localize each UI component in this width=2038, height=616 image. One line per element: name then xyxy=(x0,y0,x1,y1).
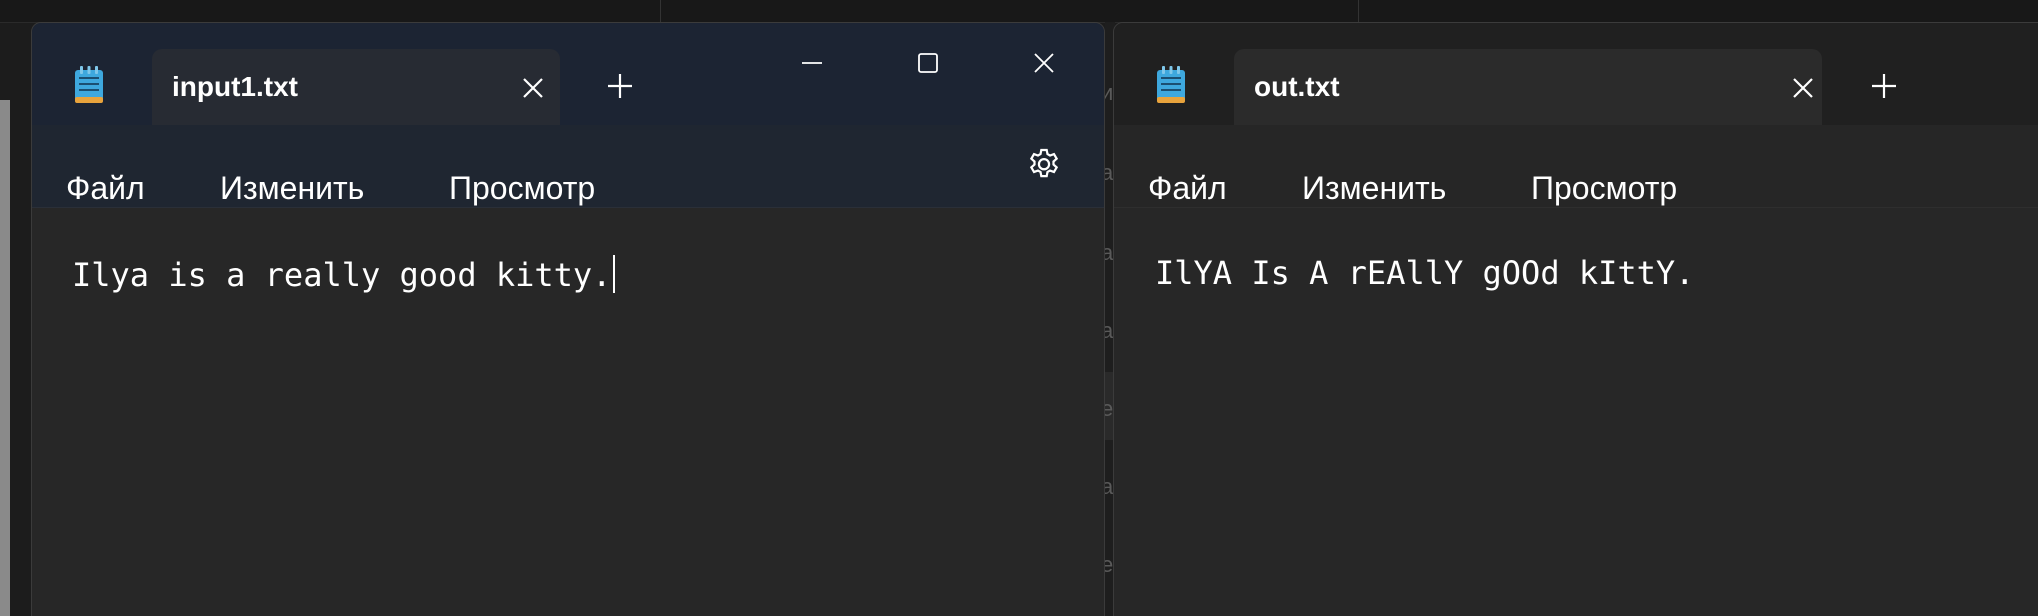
document-text[interactable]: Ilya is a really good kitty. xyxy=(72,255,616,294)
menu-view[interactable]: Просмотр xyxy=(449,170,595,207)
document-text[interactable]: IlYA Is A rEAllY gOOd kIttY. xyxy=(1155,254,1694,292)
notepad-app-icon xyxy=(74,66,104,104)
title-bar[interactable]: out.txt xyxy=(1114,23,2038,125)
notepad-app-icon xyxy=(1156,66,1186,104)
text-editor-area[interactable]: IlYA Is A rEAllY gOOd kIttY. xyxy=(1114,208,2038,616)
new-tab-button[interactable] xyxy=(1867,69,1901,103)
close-window-button[interactable] xyxy=(1014,43,1074,83)
tab-close-button[interactable] xyxy=(518,73,548,103)
tab-out[interactable]: out.txt xyxy=(1234,49,1822,125)
desktop: и a a a e a e input1.txt Файл Изменить П… xyxy=(0,0,2038,616)
plus-icon xyxy=(1872,74,1896,98)
text-caret xyxy=(613,255,616,293)
background-scrollbar xyxy=(0,100,10,616)
maximize-button[interactable] xyxy=(898,43,958,83)
background-divider xyxy=(1358,0,1359,22)
menu-edit[interactable]: Изменить xyxy=(220,170,364,207)
tab-close-button[interactable] xyxy=(1788,73,1818,103)
background-divider xyxy=(660,0,661,22)
tab-title: out.txt xyxy=(1254,71,1340,102)
title-bar[interactable]: input1.txt xyxy=(32,23,1104,125)
background-taskbar xyxy=(0,0,2038,23)
close-icon xyxy=(523,78,543,98)
minimize-button[interactable] xyxy=(782,43,842,83)
document-text-content: Ilya is a really good kitty. xyxy=(72,256,612,294)
text-editor-area[interactable]: Ilya is a really good kitty. xyxy=(32,208,1104,616)
settings-button[interactable] xyxy=(1024,145,1064,185)
new-tab-button[interactable] xyxy=(603,69,637,103)
close-icon xyxy=(1793,78,1813,98)
menu-bar: Файл Изменить Просмотр xyxy=(1114,125,2038,208)
tab-input1[interactable]: input1.txt xyxy=(152,49,560,125)
menu-file[interactable]: Файл xyxy=(66,170,145,207)
notepad-window-out[interactable]: out.txt Файл Изменить Просмотр IlYA Is A… xyxy=(1113,22,2038,616)
menu-file[interactable]: Файл xyxy=(1148,170,1227,207)
plus-icon xyxy=(608,74,632,98)
maximize-icon xyxy=(918,53,938,73)
tab-title: input1.txt xyxy=(172,71,298,102)
close-icon xyxy=(1034,53,1054,73)
menu-edit[interactable]: Изменить xyxy=(1302,170,1446,207)
menu-view[interactable]: Просмотр xyxy=(1531,170,1677,207)
gear-icon xyxy=(1029,148,1059,178)
minimize-icon xyxy=(802,62,822,64)
menu-bar: Файл Изменить Просмотр xyxy=(32,125,1104,208)
notepad-window-input1[interactable]: input1.txt Файл Изменить Просмотр Ilya i… xyxy=(31,22,1105,616)
